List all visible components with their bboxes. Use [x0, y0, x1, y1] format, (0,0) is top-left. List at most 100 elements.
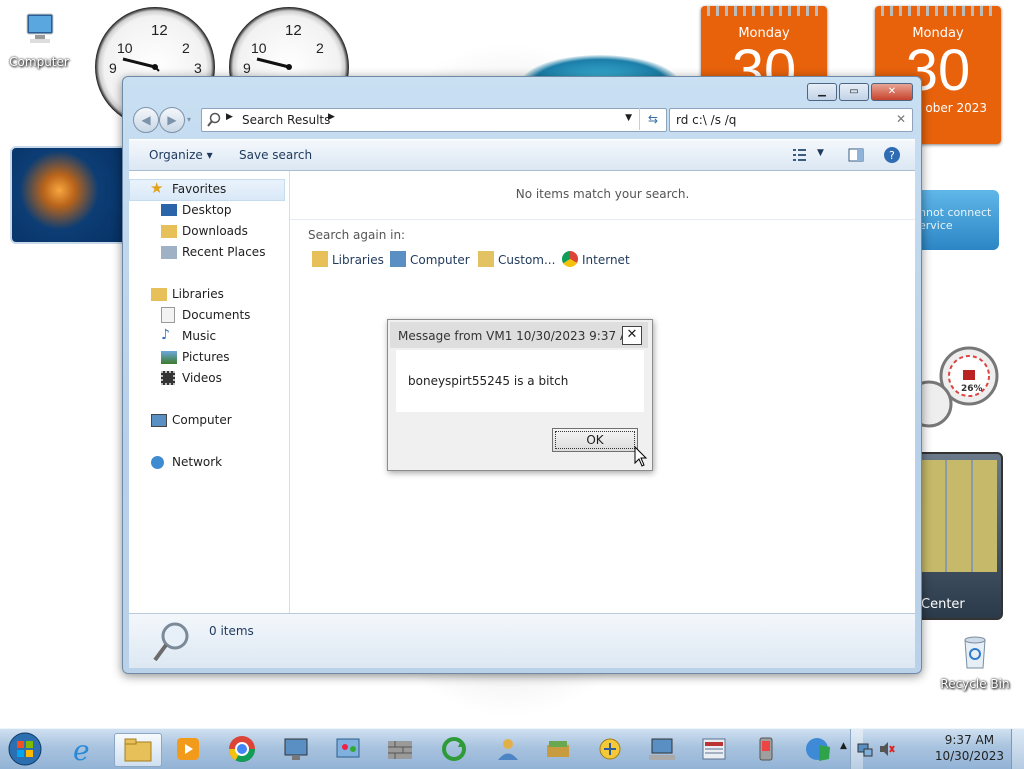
caption-buttons: ▁ ▭ ✕ — [805, 83, 913, 101]
recent-places-icon — [161, 246, 177, 259]
svg-text:9: 9 — [243, 60, 251, 76]
search-again-label: Search again in: — [308, 228, 406, 242]
control-panel-icon — [336, 738, 360, 758]
recycle-bin-icon — [964, 636, 986, 669]
taskbar-user-accounts[interactable] — [490, 733, 526, 765]
clock-date: 10/30/2023 — [934, 749, 1004, 763]
search-input[interactable]: rd c:\ /s /q ✕ — [669, 108, 913, 132]
show-hidden-icons-icon[interactable]: ▲ — [840, 741, 847, 751]
star-icon: ★ — [150, 179, 164, 197]
forward-button[interactable]: ▶ — [159, 107, 185, 133]
remote-desktop-icon — [284, 738, 308, 760]
taskbar-internet-explorer[interactable]: e — [66, 733, 102, 765]
clear-search-icon[interactable]: ✕ — [896, 112, 906, 126]
close-button[interactable]: ✕ — [871, 83, 913, 101]
search-folder-icon — [207, 112, 221, 127]
maximize-button[interactable]: ▭ — [839, 83, 869, 101]
taskbar-remote-desktop[interactable] — [278, 733, 314, 765]
help-icon[interactable]: ? — [883, 146, 901, 164]
weather-gadget[interactable]: nnot connect ervice — [915, 190, 999, 250]
back-button[interactable]: ◀ — [133, 107, 159, 133]
svg-text:2: 2 — [316, 40, 324, 56]
address-dropdown-icon[interactable]: ▼ — [625, 113, 632, 123]
desktop-icon-label: Recycle Bin — [940, 677, 1010, 691]
network-status-icon[interactable] — [856, 740, 874, 758]
search-again-custom[interactable]: Custom... — [478, 251, 555, 267]
item-count: 0 items — [209, 624, 254, 638]
taskbar-chrome[interactable] — [224, 733, 260, 765]
svg-text:e: e — [73, 734, 90, 764]
nav-favorites[interactable]: ★ Favorites — [129, 179, 285, 201]
desktop-icon-computer[interactable]: Computer — [4, 10, 74, 69]
preview-pane-icon[interactable] — [847, 146, 865, 164]
chrome-icon — [562, 251, 578, 267]
search-again-internet[interactable]: Internet — [562, 251, 630, 267]
organize-button[interactable]: Organize ▾ — [149, 148, 213, 162]
breadcrumb-arrow-icon[interactable]: ▶ — [328, 112, 335, 122]
navigation-bar: ◀ ▶ ▾ ▶ Search Results ▶ ▼ ⇆ rd c:\ /s /… — [129, 105, 915, 135]
taskbar-explorer[interactable] — [114, 733, 162, 767]
dialog-message: boneyspirt55245 is a bitch — [408, 374, 569, 388]
recent-pages-chevron-icon[interactable]: ▾ — [187, 115, 191, 124]
minimize-button[interactable]: ▁ — [807, 83, 837, 101]
dialog-title-bar: Message from VM1 10/30/2023 9:37 AM ✕ — [390, 322, 648, 348]
svg-text:9: 9 — [109, 60, 117, 76]
dialog-title: Message from VM1 10/30/2023 9:37 AM — [398, 329, 639, 343]
refresh-button[interactable]: ⇆ — [639, 108, 666, 130]
ok-button[interactable]: OK — [552, 428, 638, 452]
show-desktop-button[interactable] — [1011, 729, 1024, 769]
network-computer-icon — [649, 738, 675, 760]
taskbar-system[interactable] — [696, 733, 732, 765]
view-options-icon[interactable] — [791, 146, 809, 164]
dialog-close-button[interactable]: ✕ — [622, 326, 642, 345]
sync-center-icon — [442, 737, 466, 761]
calendar-rings — [881, 6, 995, 16]
breadcrumb-arrow-icon[interactable]: ▶ — [226, 112, 233, 122]
libraries-icon — [151, 288, 167, 301]
search-query[interactable]: rd c:\ /s /q — [676, 113, 736, 127]
svg-text:12: 12 — [151, 22, 168, 39]
taskbar-firewall[interactable] — [382, 733, 418, 765]
user-accounts-icon — [498, 739, 518, 760]
ease-of-access-icon — [599, 738, 621, 760]
taskbar-media-player[interactable] — [170, 733, 206, 765]
search-again-computer[interactable]: Computer — [390, 251, 470, 267]
computer-icon — [390, 251, 406, 267]
address-bar[interactable]: ▶ Search Results ▶ ▼ — [201, 108, 667, 132]
message-dialog[interactable]: Message from VM1 10/30/2023 9:37 AM ✕ bo… — [387, 319, 653, 471]
system-clock[interactable]: 9:37 AM 10/30/2023 — [935, 733, 1004, 763]
taskbar-windows-update[interactable] — [800, 733, 836, 765]
cpu-meter-gadget[interactable]: 26% — [905, 342, 999, 432]
svg-text:10: 10 — [251, 40, 267, 56]
taskbar-control-panel[interactable] — [330, 733, 366, 765]
save-search-button[interactable]: Save search — [239, 148, 312, 162]
svg-text:2: 2 — [182, 40, 190, 56]
address-location[interactable]: Search Results — [242, 113, 330, 127]
details-pane: 0 items — [129, 613, 915, 668]
desktop-icon-label: Computer — [9, 55, 69, 69]
no-items-message: No items match your search. — [515, 187, 690, 201]
volume-muted-icon[interactable] — [878, 740, 896, 758]
taskbar-network[interactable] — [644, 733, 680, 765]
documents-icon — [161, 307, 175, 323]
media-center-gadget[interactable]: Center — [915, 452, 1003, 620]
view-dropdown-icon[interactable]: ▼ — [817, 148, 824, 158]
taskbar-sync-center[interactable] — [436, 733, 472, 765]
pictures-icon — [161, 351, 177, 364]
taskbar-ease-of-access[interactable] — [592, 733, 628, 765]
start-button[interactable] — [2, 730, 48, 768]
slideshow-gadget[interactable] — [10, 146, 132, 244]
desktop-icon — [161, 204, 177, 216]
cpu-meter-value: 26% — [961, 384, 983, 394]
videos-icon — [161, 371, 175, 385]
taskbar-programs[interactable] — [540, 733, 576, 765]
media-player-icon — [177, 738, 199, 760]
svg-text:10: 10 — [117, 40, 133, 56]
search-again-libraries[interactable]: Libraries — [312, 251, 384, 267]
system-icon — [702, 738, 726, 760]
desktop-icon-recycle-bin[interactable]: Recycle Bin — [940, 632, 1010, 691]
taskbar-devices[interactable] — [748, 733, 784, 765]
gauge-icon — [905, 346, 999, 428]
computer-icon — [151, 414, 167, 427]
navigation-pane: ★ Favorites Desktop Downloads Recent Pla… — [129, 171, 290, 613]
